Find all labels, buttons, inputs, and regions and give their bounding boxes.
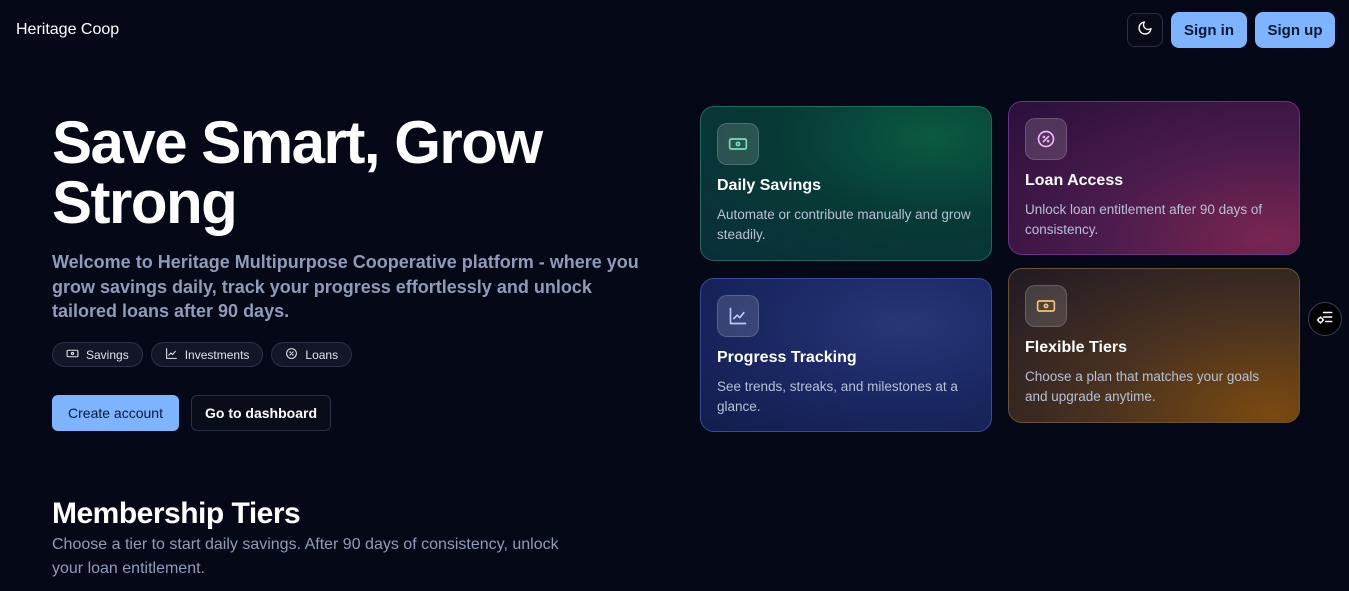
feature-description: Automate or contribute manually and grow… bbox=[717, 207, 971, 242]
hero-subtitle: Welcome to Heritage Multipurpose Coopera… bbox=[52, 252, 639, 321]
chip-label: Savings bbox=[86, 347, 129, 362]
membership-tiers-subtitle: Choose a tier to start daily savings. Af… bbox=[52, 536, 559, 577]
feature-description: See trends, streaks, and milestones at a… bbox=[717, 379, 958, 414]
go-to-dashboard-button[interactable]: Go to dashboard bbox=[191, 395, 331, 431]
sign-up-button[interactable]: Sign up bbox=[1255, 12, 1335, 48]
feature-card-flexible-tiers: Flexible Tiers Choose a plan that matche… bbox=[1008, 268, 1300, 423]
feature-chips: Savings Investments Loans bbox=[52, 342, 353, 367]
feature-card-loan-access: Loan Access Unlock loan entitlement afte… bbox=[1008, 101, 1300, 255]
feature-card-progress-tracking: Progress Tracking See trends, streaks, a… bbox=[700, 278, 992, 432]
cash-icon bbox=[66, 347, 79, 363]
chip-label: Investments bbox=[184, 347, 250, 362]
settings-list-icon bbox=[1316, 308, 1334, 331]
feature-title: Daily Savings bbox=[717, 177, 822, 194]
membership-tiers-title: Membership Tiers bbox=[52, 497, 301, 530]
floating-settings-button[interactable] bbox=[1308, 302, 1342, 336]
create-account-button[interactable]: Create account bbox=[52, 395, 179, 431]
cash-icon bbox=[1025, 285, 1067, 327]
feature-title: Flexible Tiers bbox=[1025, 339, 1127, 356]
hero-title: Save Smart, Grow Strong bbox=[52, 109, 543, 236]
chip-savings[interactable]: Savings bbox=[52, 342, 143, 367]
chart-line-icon bbox=[165, 347, 178, 363]
brand-logo-text[interactable]: Heritage Coop bbox=[16, 21, 119, 39]
chart-line-icon bbox=[717, 295, 759, 337]
moon-icon bbox=[1137, 20, 1153, 41]
feature-description: Unlock loan entitlement after 90 days of… bbox=[1025, 202, 1263, 237]
feature-title: Progress Tracking bbox=[717, 349, 857, 366]
chip-label: Loans bbox=[305, 347, 339, 362]
chip-investments[interactable]: Investments bbox=[150, 342, 264, 367]
theme-toggle-button[interactable] bbox=[1127, 13, 1163, 47]
feature-title: Loan Access bbox=[1025, 172, 1124, 189]
percent-badge-icon bbox=[285, 347, 298, 363]
feature-description: Choose a plan that matches your goals an… bbox=[1025, 369, 1260, 404]
cash-icon bbox=[717, 123, 759, 165]
sign-in-button[interactable]: Sign in bbox=[1171, 12, 1247, 48]
chip-loans[interactable]: Loans bbox=[271, 342, 353, 367]
percent-badge-icon bbox=[1025, 118, 1067, 160]
feature-card-daily-savings: Daily Savings Automate or contribute man… bbox=[700, 106, 992, 261]
